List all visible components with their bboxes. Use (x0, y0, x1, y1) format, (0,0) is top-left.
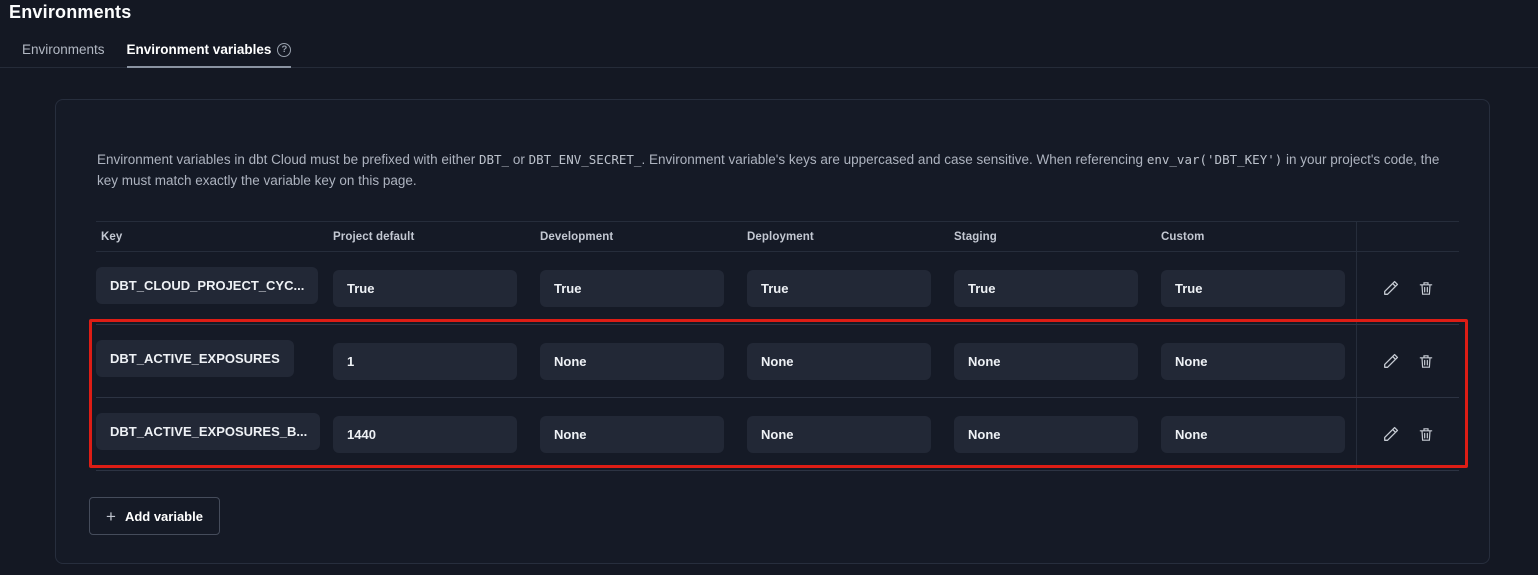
description-part: or (509, 152, 529, 167)
table-row: DBT_CLOUD_PROJECT_CYC... True True True … (96, 252, 1459, 325)
pencil-icon (1382, 425, 1400, 443)
tab-environment-variables[interactable]: Environment variables ? (127, 42, 292, 68)
code-dbt-env-secret-prefix: DBT_ENV_SECRET_ (529, 152, 642, 167)
variable-value-custom: None (1161, 343, 1345, 380)
trash-icon (1418, 426, 1434, 443)
tab-bar: Environments Environment variables ? (0, 36, 1538, 68)
edit-variable-button[interactable] (1382, 279, 1400, 297)
variable-value-custom: True (1161, 270, 1345, 307)
delete-variable-button[interactable] (1418, 353, 1434, 370)
description-part: . Environment variable's keys are upperc… (641, 152, 1146, 167)
variable-value-staging: True (954, 270, 1138, 307)
table-row: DBT_ACTIVE_EXPOSURES_B... 1440 None None… (96, 398, 1459, 471)
variable-key: DBT_ACTIVE_EXPOSURES (96, 340, 294, 377)
add-variable-button[interactable]: + Add variable (89, 497, 220, 535)
variable-value-staging: None (954, 416, 1138, 453)
variable-value-deployment: True (747, 270, 931, 307)
variable-value-development: None (540, 343, 724, 380)
edit-variable-button[interactable] (1382, 352, 1400, 370)
table-row: DBT_ACTIVE_EXPOSURES 1 None None None No… (96, 325, 1459, 398)
tab-environments[interactable]: Environments (22, 42, 105, 68)
column-header-custom: Custom (1161, 231, 1356, 243)
pencil-icon (1382, 352, 1400, 370)
column-header-deployment: Deployment (747, 231, 954, 243)
description-part: Environment variables in dbt Cloud must … (97, 152, 479, 167)
variables-table: Key Project default Development Deployme… (96, 221, 1459, 471)
plus-icon: + (106, 508, 116, 525)
variable-value-custom: None (1161, 416, 1345, 453)
table-header-row: Key Project default Development Deployme… (96, 221, 1459, 252)
trash-icon (1418, 280, 1434, 297)
column-header-actions (1356, 222, 1459, 251)
variable-value-project-default: True (333, 270, 517, 307)
environment-variables-panel: Environment variables in dbt Cloud must … (55, 99, 1490, 564)
edit-variable-button[interactable] (1382, 425, 1400, 443)
delete-variable-button[interactable] (1418, 426, 1434, 443)
tab-environments-label: Environments (22, 42, 105, 57)
tab-environment-variables-label: Environment variables (127, 42, 272, 57)
code-env-var: env_var('DBT_KEY') (1147, 152, 1282, 167)
variable-value-development: None (540, 416, 724, 453)
column-header-staging: Staging (954, 231, 1161, 243)
trash-icon (1418, 353, 1434, 370)
row-actions (1356, 398, 1459, 470)
page-title: Environments (9, 2, 131, 23)
pencil-icon (1382, 279, 1400, 297)
variable-key: DBT_ACTIVE_EXPOSURES_B... (96, 413, 320, 450)
column-header-key: Key (96, 231, 333, 243)
variable-key: DBT_CLOUD_PROJECT_CYC... (96, 267, 318, 304)
variable-value-deployment: None (747, 416, 931, 453)
variable-value-development: True (540, 270, 724, 307)
delete-variable-button[interactable] (1418, 280, 1434, 297)
variable-value-project-default: 1440 (333, 416, 517, 453)
code-dbt-prefix: DBT_ (479, 152, 509, 167)
column-header-project-default: Project default (333, 231, 540, 243)
row-actions (1356, 325, 1459, 397)
variable-value-deployment: None (747, 343, 931, 380)
column-header-development: Development (540, 231, 747, 243)
variable-value-staging: None (954, 343, 1138, 380)
description-text: Environment variables in dbt Cloud must … (97, 150, 1459, 191)
add-variable-label: Add variable (125, 509, 203, 524)
variable-value-project-default: 1 (333, 343, 517, 380)
help-icon[interactable]: ? (277, 43, 291, 57)
row-actions (1356, 252, 1459, 324)
